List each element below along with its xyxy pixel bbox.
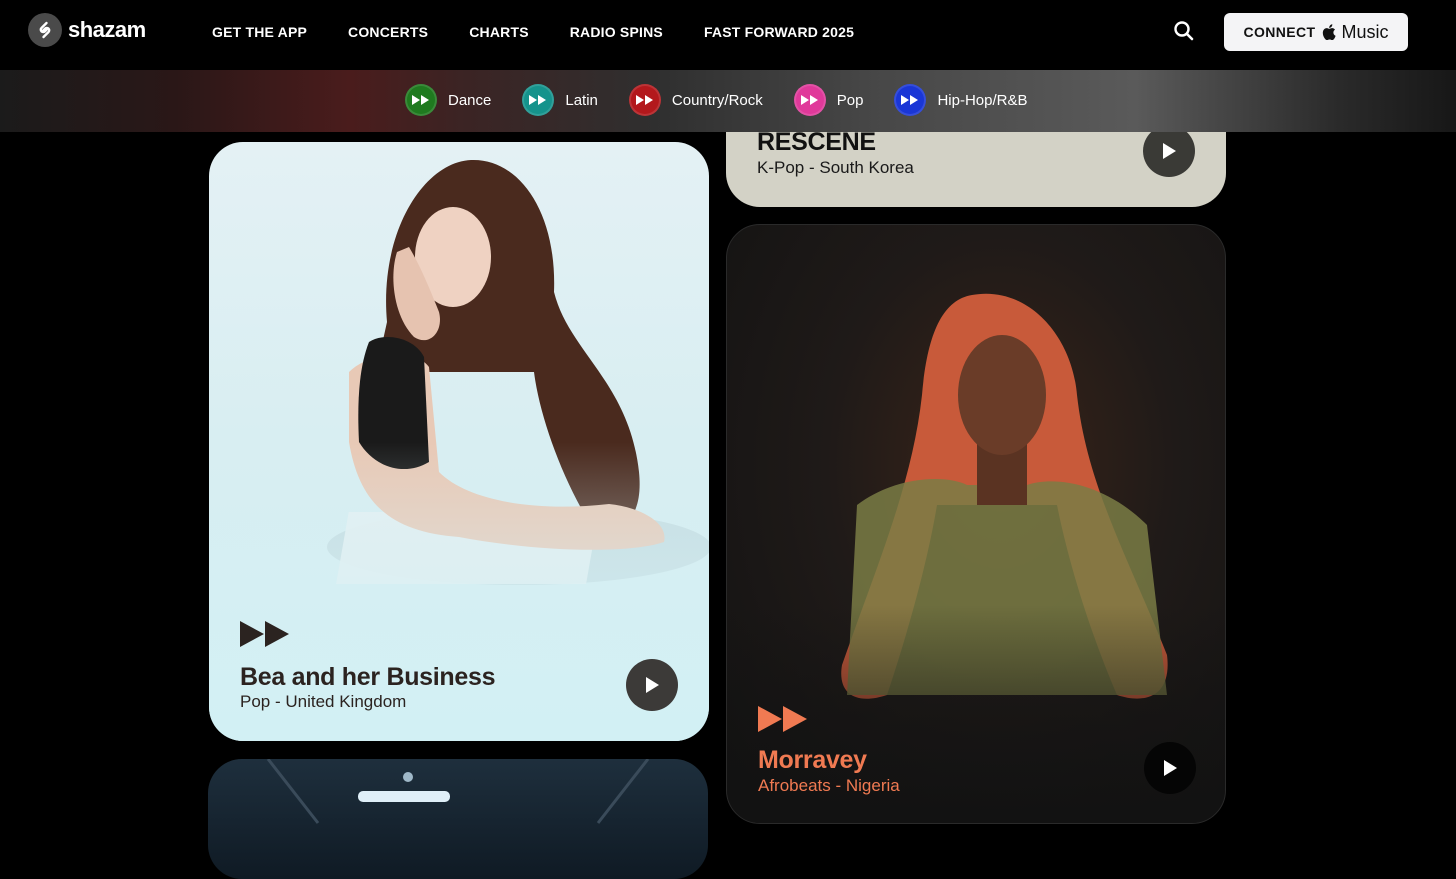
nav-radio-spins[interactable]: RADIO SPINS — [570, 24, 663, 40]
genre-label: Latin — [565, 91, 598, 109]
nav-charts[interactable]: CHARTS — [469, 24, 529, 40]
search-icon — [1174, 21, 1194, 41]
nav-fast-forward[interactable]: FAST FORWARD 2025 — [704, 24, 854, 40]
artist-photo — [727, 293, 1225, 823]
artist-card-bea-and-her-business[interactable]: Bea and her Business Pop - United Kingdo… — [209, 142, 709, 741]
genre-label: Pop — [836, 91, 864, 109]
genre-label: Hip-Hop/R&B — [937, 91, 1028, 109]
artist-photo — [209, 159, 709, 741]
genre-label: Dance — [448, 91, 492, 109]
genre-hip-hop-rnb[interactable]: Hip-Hop/R&B — [894, 84, 1028, 116]
play-icon — [646, 677, 659, 693]
fast-forward-icon — [894, 84, 927, 116]
genre-pop[interactable]: Pop — [793, 84, 864, 116]
connect-apple-music-button[interactable]: CONNECT Music — [1224, 13, 1408, 51]
fast-forward-icon — [405, 84, 437, 116]
shazam-logo[interactable]: shazam — [28, 13, 146, 47]
shazam-logo-icon — [28, 13, 62, 47]
apple-icon — [1322, 24, 1336, 40]
play-icon — [1163, 143, 1176, 159]
nav-concerts[interactable]: CONCERTS — [348, 24, 428, 40]
connect-label: CONNECT — [1243, 24, 1316, 40]
music-label: Music — [1341, 21, 1389, 42]
play-button[interactable] — [626, 659, 678, 711]
artist-name: RESCENE — [757, 128, 876, 156]
nav-links: GET THE APP CONCERTS CHARTS RADIO SPINS … — [212, 0, 854, 64]
play-icon — [1164, 760, 1177, 776]
fast-forward-icon — [758, 706, 807, 732]
artist-genre-country: Pop - United Kingdom — [240, 692, 407, 711]
genre-label: Country/Rock — [671, 91, 763, 109]
artist-genre-country: K-Pop - South Korea — [757, 158, 914, 177]
fast-forward-icon — [240, 621, 289, 647]
genre-list: Dance Latin Country/Rock Pop Hip-Hop/R&B — [405, 84, 1059, 116]
artist-genre-country: Afrobeats - Nigeria — [758, 776, 900, 795]
genre-dance[interactable]: Dance — [405, 84, 491, 116]
artist-card-morravey[interactable]: Morravey Afrobeats - Nigeria — [726, 224, 1226, 824]
artist-card-next[interactable] — [208, 759, 708, 879]
genre-latin[interactable]: Latin — [522, 84, 598, 116]
play-button[interactable] — [1143, 125, 1195, 177]
artist-name: Bea and her Business — [240, 663, 496, 691]
artist-name: Morravey — [758, 746, 867, 774]
search-button[interactable] — [1171, 18, 1197, 44]
fast-forward-icon — [628, 84, 661, 116]
genre-country-rock[interactable]: Country/Rock — [628, 84, 763, 116]
top-nav: shazam GET THE APP CONCERTS CHARTS RADIO… — [0, 0, 1456, 70]
genre-filter-bar: Dance Latin Country/Rock Pop Hip-Hop/R&B — [0, 70, 1456, 132]
brand-name: shazam — [68, 17, 146, 42]
fast-forward-icon — [793, 84, 826, 116]
artist-photo — [266, 759, 650, 824]
nav-get-the-app[interactable]: GET THE APP — [212, 24, 307, 40]
fast-forward-icon — [522, 84, 555, 116]
play-button[interactable] — [1144, 742, 1196, 794]
